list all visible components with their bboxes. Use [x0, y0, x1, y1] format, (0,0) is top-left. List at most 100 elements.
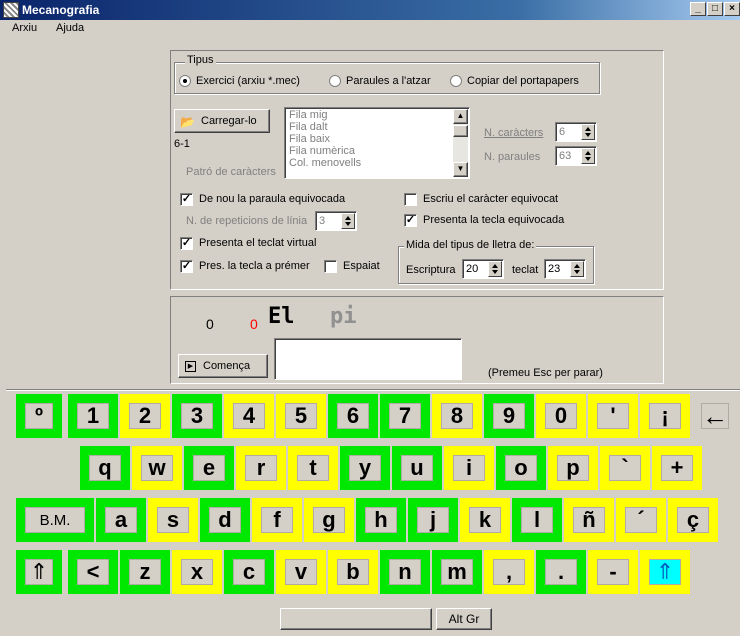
- key-backspace[interactable]: ←: [692, 394, 738, 438]
- key-h[interactable]: h: [356, 498, 406, 542]
- n-words-spin[interactable]: 63: [555, 146, 597, 166]
- pattern-item[interactable]: Fila baix: [289, 133, 361, 145]
- altgr-key[interactable]: Alt Gr: [436, 608, 492, 630]
- key-e[interactable]: e: [184, 446, 234, 490]
- escriptura-value: 20: [466, 263, 479, 275]
- key-g[interactable]: g: [304, 498, 354, 542]
- key-v[interactable]: v: [276, 550, 326, 594]
- pattern-item[interactable]: Col. menovells: [289, 157, 361, 169]
- key-comma[interactable]: ,: [484, 550, 534, 594]
- close-button[interactable]: ×: [724, 2, 740, 16]
- key-2[interactable]: 2: [120, 394, 170, 438]
- key-9[interactable]: 9: [484, 394, 534, 438]
- key-label: ñ: [573, 507, 605, 533]
- radio-portapapers[interactable]: [450, 75, 462, 87]
- minimize-button[interactable]: _: [690, 2, 706, 16]
- scroll-up-icon[interactable]: ▲: [453, 109, 468, 124]
- key-right-shift[interactable]: ⇑: [640, 550, 690, 594]
- key-o[interactable]: o: [496, 446, 546, 490]
- spin-arrows-icon[interactable]: [581, 148, 595, 164]
- radio-exercici[interactable]: [179, 75, 191, 87]
- pres-tecla-checkbox[interactable]: ✓: [180, 260, 193, 273]
- key-minus[interactable]: -: [588, 550, 638, 594]
- scroll-down-icon[interactable]: ▼: [453, 162, 468, 177]
- key-ordinal[interactable]: º: [16, 394, 62, 438]
- menu-ajuda[interactable]: Ajuda: [56, 22, 84, 34]
- key-5[interactable]: 5: [276, 394, 326, 438]
- space-bar[interactable]: [280, 608, 432, 630]
- key-m[interactable]: m: [432, 550, 482, 594]
- key-enye[interactable]: ñ: [564, 498, 614, 542]
- spin-arrows-icon[interactable]: [488, 261, 502, 277]
- pattern-list[interactable]: Fila mig Fila dalt Fila baix Fila numèri…: [284, 107, 470, 179]
- key-apostrophe[interactable]: ': [588, 394, 638, 438]
- key-inverted-exclamation[interactable]: ¡: [640, 394, 690, 438]
- start-button[interactable]: ▶ Comença: [178, 354, 268, 378]
- key-j[interactable]: j: [408, 498, 458, 542]
- key-1[interactable]: 1: [68, 394, 118, 438]
- key-l[interactable]: l: [512, 498, 562, 542]
- key-x[interactable]: x: [172, 550, 222, 594]
- scroll-thumb[interactable]: [453, 125, 468, 137]
- espaiat-checkbox[interactable]: [324, 260, 337, 273]
- key-b[interactable]: b: [328, 550, 378, 594]
- key-grave[interactable]: `: [600, 446, 650, 490]
- key-r[interactable]: r: [236, 446, 286, 490]
- key-plus[interactable]: +: [652, 446, 702, 490]
- pattern-item[interactable]: Fila dalt: [289, 121, 361, 133]
- radio-paraules[interactable]: [329, 75, 341, 87]
- key-p[interactable]: p: [548, 446, 598, 490]
- key-6[interactable]: 6: [328, 394, 378, 438]
- pattern-scrollbar[interactable]: ▲ ▼: [453, 109, 468, 177]
- spin-arrows-icon[interactable]: [341, 213, 355, 229]
- key-label: a: [105, 507, 137, 533]
- key-label: r: [245, 455, 277, 481]
- key-t[interactable]: t: [288, 446, 338, 490]
- key-8[interactable]: 8: [432, 394, 482, 438]
- title-bar: Mecanografia _ □ ×: [0, 0, 740, 20]
- key-q[interactable]: q: [80, 446, 130, 490]
- key-7[interactable]: 7: [380, 394, 430, 438]
- key-caps-lock[interactable]: B.M.: [16, 498, 94, 542]
- escriu-checkbox[interactable]: [404, 193, 417, 206]
- key-a[interactable]: a: [96, 498, 146, 542]
- key-f[interactable]: f: [252, 498, 302, 542]
- key-d[interactable]: d: [200, 498, 250, 542]
- menu-bar: Arxiu Ajuda: [0, 20, 740, 38]
- key-w[interactable]: w: [132, 446, 182, 490]
- key-0[interactable]: 0: [536, 394, 586, 438]
- pattern-item[interactable]: Fila mig: [289, 109, 361, 121]
- key-period[interactable]: .: [536, 550, 586, 594]
- start-button-label: Comença: [203, 360, 251, 372]
- de-nou-checkbox[interactable]: ✓: [180, 193, 193, 206]
- key-u[interactable]: u: [392, 446, 442, 490]
- window-title: Mecanografia: [22, 3, 100, 17]
- maximize-button[interactable]: □: [707, 2, 723, 16]
- escriptura-spin[interactable]: 20: [462, 259, 504, 279]
- key-label: p: [557, 455, 589, 481]
- key-s[interactable]: s: [148, 498, 198, 542]
- presenta-tecla-checkbox[interactable]: ✓: [404, 214, 417, 227]
- spin-arrows-icon[interactable]: [570, 261, 584, 277]
- key-acute[interactable]: ´: [616, 498, 666, 542]
- key-z[interactable]: z: [120, 550, 170, 594]
- n-chars-spin[interactable]: 6: [555, 122, 597, 142]
- teclat-virtual-checkbox[interactable]: ✓: [180, 237, 193, 250]
- key-i[interactable]: i: [444, 446, 494, 490]
- key-k[interactable]: k: [460, 498, 510, 542]
- key-less-than[interactable]: <: [68, 550, 118, 594]
- repeticions-spin[interactable]: 3: [315, 211, 357, 231]
- key-3[interactable]: 3: [172, 394, 222, 438]
- key-cedilla[interactable]: ç: [668, 498, 718, 542]
- menu-arxiu[interactable]: Arxiu: [12, 22, 37, 34]
- key-y[interactable]: y: [340, 446, 390, 490]
- spin-arrows-icon[interactable]: [581, 124, 595, 140]
- typing-input[interactable]: [274, 338, 462, 380]
- teclat-spin[interactable]: 23: [544, 259, 586, 279]
- key-n[interactable]: n: [380, 550, 430, 594]
- pattern-item[interactable]: Fila numèrica: [289, 145, 361, 157]
- key-4[interactable]: 4: [224, 394, 274, 438]
- key-c[interactable]: c: [224, 550, 274, 594]
- key-left-shift[interactable]: ⇑: [16, 550, 62, 594]
- load-button[interactable]: 📂 Carregar-lo: [174, 109, 270, 133]
